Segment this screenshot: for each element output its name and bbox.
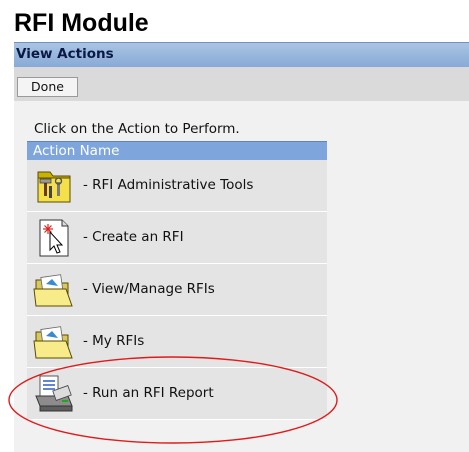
action-label: - Create an RFI [83, 229, 184, 245]
action-label: - Run an RFI Report [83, 385, 214, 401]
actions-panel: Done Click on the Action to Perform. Act… [14, 67, 469, 452]
action-row-view-manage[interactable]: - View/Manage RFIs [27, 264, 327, 316]
toolbar: Done [14, 67, 469, 101]
action-row-admin-tools[interactable]: - RFI Administrative Tools [27, 160, 327, 212]
view-actions-header: View Actions [14, 42, 469, 68]
admin-tools-folder-icon [32, 166, 78, 206]
printer-report-icon [32, 374, 78, 414]
instruction-text: Click on the Action to Perform. [34, 121, 240, 137]
action-row-my-rfis[interactable]: - My RFIs [27, 316, 327, 368]
open-folder-icon [32, 322, 78, 362]
action-label: - View/Manage RFIs [83, 281, 215, 297]
action-label: - RFI Administrative Tools [83, 177, 254, 193]
done-button[interactable]: Done [17, 77, 78, 97]
action-label: - My RFIs [83, 333, 145, 349]
action-row-run-report[interactable]: - Run an RFI Report [27, 368, 327, 420]
open-folder-icon [32, 270, 78, 310]
section-title: View Actions [16, 46, 114, 62]
actions-list: - RFI Administrative Tools - Create an R… [27, 160, 327, 420]
page-title: RFI Module [14, 9, 149, 37]
action-row-create-rfi[interactable]: - Create an RFI [27, 212, 327, 264]
rfi-module-page: RFI Module View Actions Done Click on th… [0, 0, 469, 452]
action-name-column-header: Action Name [27, 141, 327, 160]
new-document-cursor-icon [32, 218, 78, 258]
